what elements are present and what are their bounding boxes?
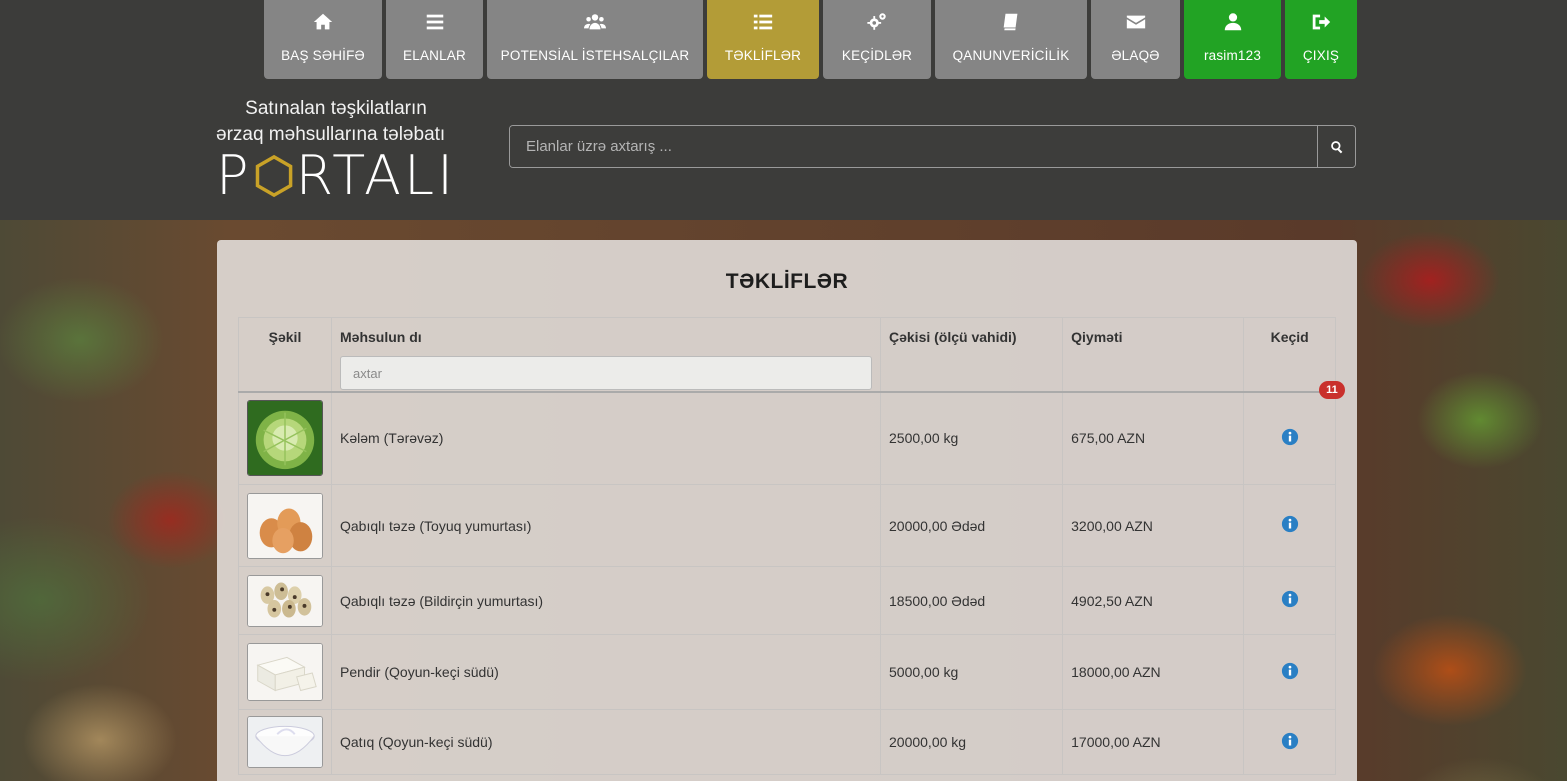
col-header-weight[interactable]: Çəkisi (ölçü vahidi) bbox=[879, 317, 1064, 392]
info-icon[interactable] bbox=[1281, 590, 1299, 608]
nav-home[interactable]: BAŞ SƏHİFƏ bbox=[264, 0, 382, 79]
price-cell: 4902,50 AZN bbox=[1062, 566, 1245, 635]
col-header-product[interactable]: Məhsulun dı bbox=[331, 317, 881, 392]
table-row: Qatıq (Qoyun-keçi südü) 20000,00 kg 1700… bbox=[238, 709, 1336, 775]
home-icon bbox=[311, 10, 335, 34]
logo-wordmark: P RTALI bbox=[216, 144, 456, 207]
logo-line1: Satınalan təşkilatların bbox=[245, 98, 427, 119]
book-icon bbox=[999, 10, 1023, 34]
menu-icon bbox=[423, 10, 447, 34]
weight-cell: 20000,00 Ədəd bbox=[879, 484, 1064, 567]
product-cell: Qabıqlı təzə (Bildirçin yumurtası) bbox=[331, 566, 881, 635]
main-nav: BAŞ SƏHİFƏ ELANLAR POTENSİAL İSTEHSALÇIL… bbox=[264, 0, 1357, 80]
nav-label: ÇIXIŞ bbox=[1302, 48, 1340, 63]
product-cell: Qatıq (Qoyun-keçi südü) bbox=[331, 709, 881, 775]
link-cell bbox=[1243, 709, 1336, 775]
logo-letter-p: P bbox=[216, 144, 252, 207]
image-cell bbox=[238, 391, 332, 485]
table-row: Pendir (Qoyun-keçi südü) 5000,00 kg 1800… bbox=[238, 634, 1336, 710]
nav-label: ƏLAQƏ bbox=[1111, 48, 1160, 63]
header: BAŞ SƏHİFƏ ELANLAR POTENSİAL İSTEHSALÇIL… bbox=[0, 0, 1567, 220]
cheese-thumbnail[interactable] bbox=[247, 643, 323, 701]
envelope-icon bbox=[1124, 10, 1148, 34]
nav-label: KEÇİDLƏR bbox=[841, 48, 913, 63]
nav-contact[interactable]: ƏLAQƏ bbox=[1091, 0, 1180, 79]
col-header-link[interactable]: Keçid bbox=[1243, 317, 1336, 392]
count-badge: 11 bbox=[1319, 381, 1345, 399]
info-icon[interactable] bbox=[1281, 662, 1299, 680]
weight-cell: 2500,00 kg bbox=[879, 391, 1064, 485]
users-icon bbox=[583, 10, 607, 34]
nav-legislation[interactable]: QANUNVERİCİLİK bbox=[935, 0, 1087, 79]
nav-user[interactable]: rasim123 bbox=[1184, 0, 1281, 79]
price-cell: 3200,00 AZN bbox=[1062, 484, 1245, 567]
image-cell bbox=[238, 709, 332, 775]
info-icon[interactable] bbox=[1281, 515, 1299, 533]
col-header-image[interactable]: Şəkil bbox=[238, 317, 332, 392]
search-icon bbox=[1330, 140, 1342, 153]
link-cell bbox=[1243, 391, 1336, 485]
portal-logo[interactable]: Satınalan təşkilatların ərzaq məhsulları… bbox=[216, 96, 456, 207]
price-cell: 18000,00 AZN bbox=[1062, 634, 1245, 710]
gears-icon bbox=[865, 10, 889, 34]
nav-label: rasim123 bbox=[1203, 48, 1262, 63]
search-bar bbox=[509, 125, 1356, 168]
info-icon[interactable] bbox=[1281, 428, 1299, 446]
product-cell: Qabıqlı təzə (Toyuq yumurtası) bbox=[331, 484, 881, 567]
nav-label: TƏKLİFLƏR bbox=[724, 48, 802, 63]
user-icon bbox=[1221, 10, 1245, 34]
sign-out-icon bbox=[1309, 10, 1333, 34]
table-row: Qabıqlı təzə (Bildirçin yumurtası) 18500… bbox=[238, 566, 1336, 635]
logo-letters-rtali: RTALI bbox=[295, 144, 456, 207]
price-cell: 675,00 AZN bbox=[1062, 391, 1245, 485]
nav-label: ELANLAR bbox=[403, 48, 466, 63]
product-cell: Pendir (Qoyun-keçi südü) bbox=[331, 634, 881, 710]
yogurt-thumbnail[interactable] bbox=[247, 716, 323, 768]
page-title: TƏKLİFLƏR bbox=[725, 270, 849, 293]
table-row: Qabıqlı təzə (Toyuq yumurtası) 20000,00 … bbox=[238, 484, 1336, 567]
hexagon-icon bbox=[255, 154, 292, 198]
nav-offers[interactable]: TƏKLİFLƏR bbox=[707, 0, 819, 79]
nav-label: BAŞ SƏHİFƏ bbox=[281, 48, 365, 63]
cabbage-thumbnail[interactable] bbox=[247, 400, 323, 477]
nav-links[interactable]: KEÇİDLƏR bbox=[823, 0, 931, 79]
price-cell: 17000,00 AZN bbox=[1062, 709, 1245, 775]
offers-table: Şəkil Məhsulun dı Çəkisi (ölçü vahidi) Q… bbox=[238, 317, 1336, 775]
nav-ads[interactable]: ELANLAR bbox=[386, 0, 483, 79]
col-header-product-label: Məhsulun dı bbox=[340, 329, 422, 345]
weight-cell: 20000,00 kg bbox=[879, 709, 1064, 775]
search-input[interactable] bbox=[510, 126, 1317, 167]
eggs-thumbnail[interactable] bbox=[247, 492, 323, 559]
search-button[interactable] bbox=[1317, 126, 1355, 167]
info-icon[interactable] bbox=[1281, 732, 1299, 750]
nav-producers[interactable]: POTENSİAL İSTEHSALÇILAR bbox=[487, 0, 703, 79]
nav-label: QANUNVERİCİLİK bbox=[952, 48, 1070, 63]
image-cell bbox=[238, 484, 332, 567]
weight-cell: 5000,00 kg bbox=[879, 634, 1064, 710]
link-cell bbox=[1243, 566, 1336, 635]
link-cell bbox=[1243, 634, 1336, 710]
image-cell bbox=[238, 634, 332, 710]
link-cell bbox=[1243, 484, 1336, 567]
product-cell: Kələm (Tərəvəz) bbox=[331, 391, 881, 485]
quail-eggs-thumbnail[interactable] bbox=[247, 574, 323, 627]
nav-logout[interactable]: ÇIXIŞ bbox=[1285, 0, 1357, 79]
table-row: Kələm (Tərəvəz) 2500,00 kg 675,00 AZN bbox=[238, 391, 1336, 485]
image-cell bbox=[238, 566, 332, 635]
offers-panel: TƏKLİFLƏR Şəkil Məhsulun dı Çəkisi (ölçü… bbox=[217, 240, 1357, 781]
col-header-price[interactable]: Qiymәti bbox=[1062, 317, 1245, 392]
nav-label: POTENSİAL İSTEHSALÇILAR bbox=[500, 48, 690, 63]
list-icon bbox=[751, 10, 775, 34]
weight-cell: 18500,00 Ədəd bbox=[879, 566, 1064, 635]
product-filter-input[interactable] bbox=[340, 356, 872, 390]
